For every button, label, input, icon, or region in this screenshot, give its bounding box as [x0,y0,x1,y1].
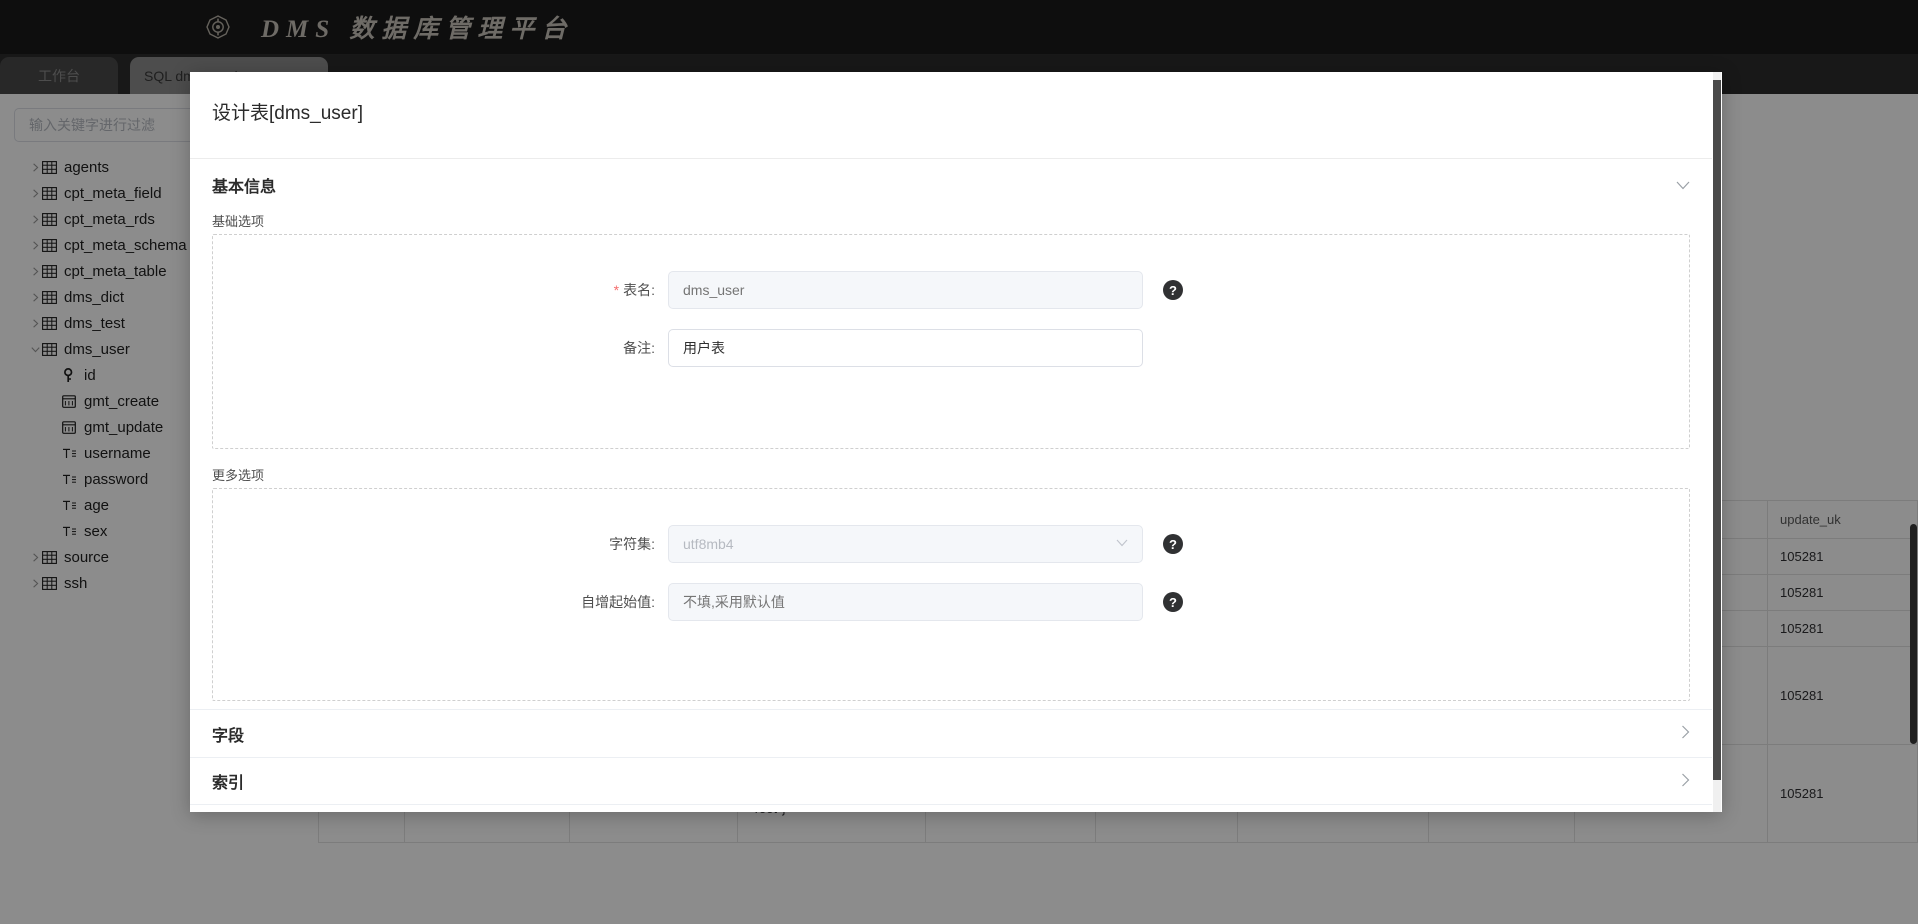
design-table-dialog: 设计表[dms_user] 基本信息 基础选项 *表名: ? 备注: [190,72,1722,812]
dialog-scrollbar-thumb[interactable] [1713,80,1721,780]
dialog-scroll-area: 设计表[dms_user] 基本信息 基础选项 *表名: ? 备注: [190,72,1712,812]
charset-select[interactable]: utf8mb4 [668,525,1143,563]
charset-help-icon[interactable]: ? [1163,534,1183,554]
basic-info-section-header[interactable]: 基本信息 [190,159,1712,203]
auto-increment-label: 自增起始值: [581,594,655,610]
charset-row: 字符集: utf8mb4 ? [213,525,1689,563]
auto-increment-help-icon[interactable]: ? [1163,592,1183,612]
charset-selected-value: utf8mb4 [683,536,734,552]
table-name-label-text: 表名: [623,282,655,298]
basic-info-title: 基本信息 [212,179,277,196]
index-section-row[interactable]: 索引 [190,757,1712,805]
more-options-label: 更多选项 [212,468,265,483]
comment-label: 备注: [623,340,655,356]
auto-increment-input[interactable] [668,583,1143,621]
chevron-down-icon[interactable] [1676,177,1690,193]
table-name-label: * 表名: [213,280,668,300]
table-name-help-icon[interactable]: ? [1163,280,1183,300]
dialog-scrollbar[interactable] [1712,72,1722,812]
dialog-title: 设计表[dms_user] [212,103,363,124]
comment-input[interactable] [668,329,1143,367]
fields-section-title: 字段 [212,727,245,745]
table-name-row: *表名: ? [213,271,1689,309]
charset-label: 字符集: [609,536,655,552]
comment-row: 备注: [213,329,1689,367]
auto-increment-row: 自增起始值: ? [213,583,1689,621]
chevron-down-icon [1116,538,1128,550]
basic-options-label: 基础选项 [212,214,265,229]
dialog-header: 设计表[dms_user] [190,72,1712,158]
chevron-right-icon[interactable] [1681,773,1690,790]
required-asterisk: * [613,282,620,298]
chevron-right-icon[interactable] [1681,725,1690,742]
basic-options-box: *表名: ? 备注: [212,234,1690,449]
index-section-title: 索引 [212,775,245,792]
fields-section-row[interactable]: 字段 [190,709,1712,757]
table-name-input[interactable] [668,271,1143,309]
more-options-box: 字符集: utf8mb4 ? 自增起始值: ? [212,488,1690,701]
